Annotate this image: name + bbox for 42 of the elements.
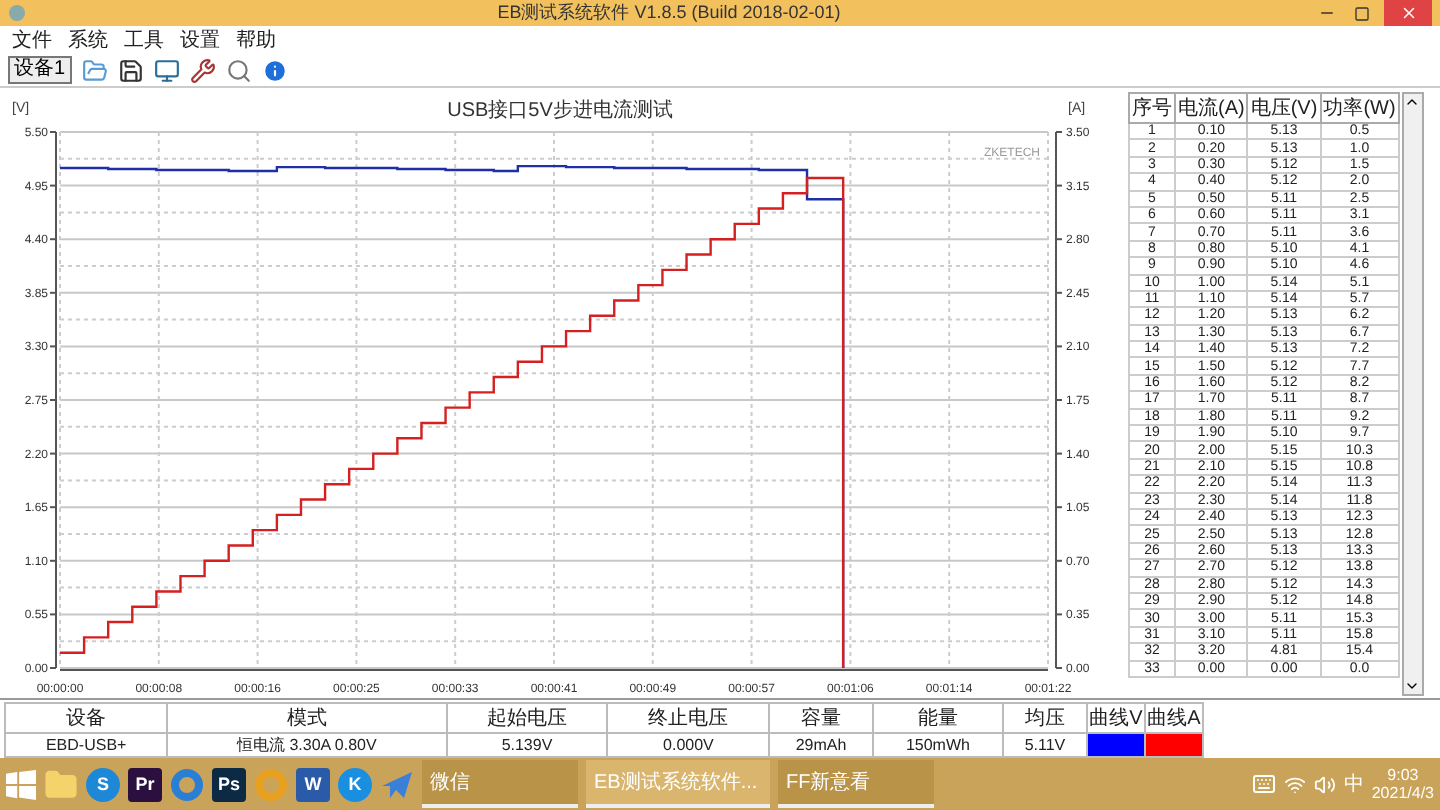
scrollbar[interactable] [1401, 92, 1424, 696]
menu-item[interactable]: 帮助 [236, 26, 276, 54]
column-header: 电流(A) [1175, 93, 1248, 123]
column-header: 序号 [1129, 93, 1175, 123]
windows-start-icon[interactable] [6, 769, 36, 799]
menu-item[interactable]: 工具 [124, 26, 164, 54]
menu-item[interactable]: 设置 [180, 26, 220, 54]
app-icon[interactable]: Ps [212, 767, 246, 801]
save-icon[interactable] [117, 57, 144, 83]
app-icon [8, 4, 26, 22]
info-icon[interactable] [261, 57, 288, 83]
maximize-icon [1354, 5, 1370, 21]
column-header: 起始电压 [446, 703, 608, 733]
scroll-up-icon[interactable] [1403, 94, 1420, 110]
wifi-icon[interactable] [1283, 773, 1306, 795]
scroll-down-icon[interactable] [1403, 678, 1420, 694]
close-icon [1399, 4, 1417, 22]
app-icon[interactable]: Pr [128, 767, 162, 801]
folder-icon[interactable] [81, 57, 108, 83]
column-header: 能量 [872, 703, 1003, 733]
app-icon[interactable]: W [296, 767, 330, 801]
menu-item[interactable]: 文件 [12, 26, 52, 54]
folder-icon[interactable] [44, 767, 78, 801]
column-header: 电压(V) [1247, 93, 1321, 123]
column-header: 设备 [5, 703, 168, 733]
column-header: 功率(W) [1320, 93, 1399, 123]
device-button[interactable]: 设备1 [8, 56, 72, 84]
monitor-icon[interactable] [153, 57, 180, 83]
app-icon[interactable]: S [86, 767, 120, 801]
column-header: 终止电压 [607, 703, 770, 733]
speaker-icon[interactable] [1313, 773, 1336, 795]
window-title: EB测试系统软件 V1.8.5 (Build 2018-02-01) [495, 0, 843, 26]
keyboard-icon[interactable] [1251, 772, 1276, 796]
chart-title: USB接口5V步进电流测试 [447, 100, 673, 122]
ring-app-icon[interactable] [170, 767, 204, 801]
column-header: 容量 [769, 703, 873, 733]
wrench-icon[interactable] [189, 57, 216, 83]
close-button[interactable] [1384, 0, 1432, 26]
menu-item[interactable]: 系统 [68, 26, 108, 54]
column-header: 模式 [167, 703, 447, 733]
column-header: 均压 [1002, 703, 1087, 733]
search-icon[interactable] [225, 57, 252, 83]
